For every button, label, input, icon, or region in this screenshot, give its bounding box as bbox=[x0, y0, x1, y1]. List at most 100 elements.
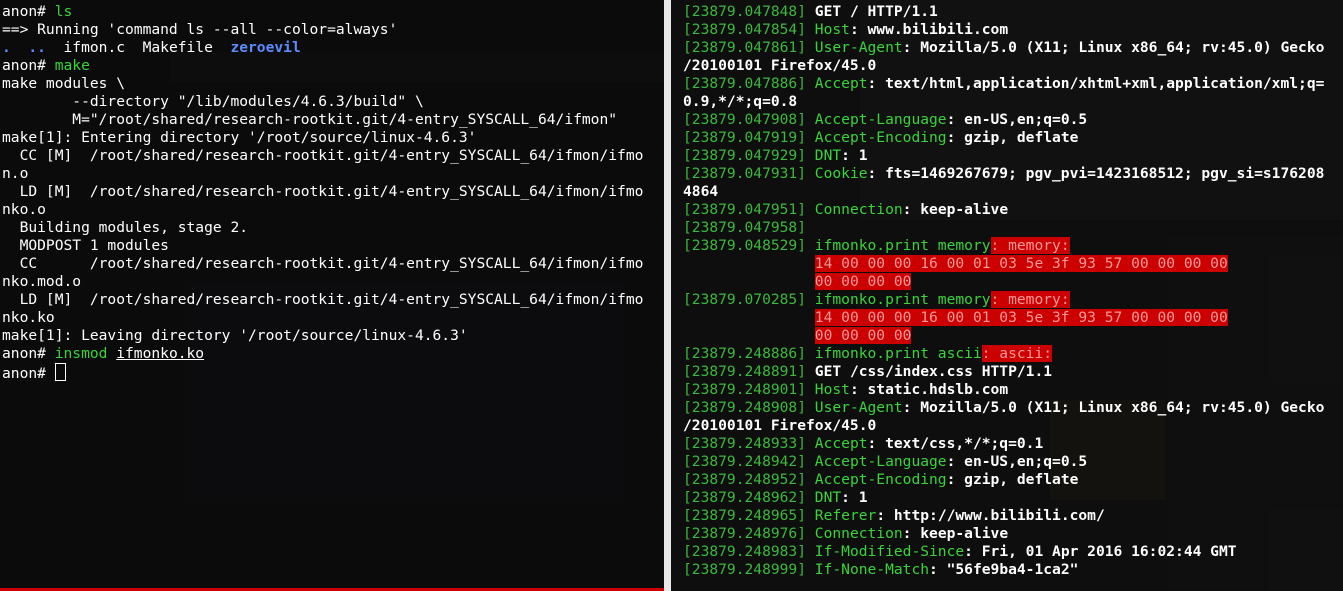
terminal-text: 0.9,*/*;q=0.8 bbox=[683, 93, 798, 110]
terminal-line: . .. ifmon.c Makefile zeroevil bbox=[2, 39, 664, 57]
left-terminal-output: anon# ls ==> Running 'command ls --all --… bbox=[0, 0, 664, 382]
terminal-line: anon# make bbox=[2, 57, 664, 75]
terminal-text: : 1 bbox=[841, 489, 868, 506]
terminal-text: make modules \ bbox=[2, 75, 126, 92]
terminal-line: 00 00 00 00 bbox=[683, 327, 1343, 345]
terminal-line: [23879.248891] GET /css/index.css HTTP/1… bbox=[683, 363, 1343, 381]
terminal-text: LD [M] /root/shared/research-rootkit.git… bbox=[2, 291, 644, 308]
terminal-text: [23879.048529] bbox=[683, 237, 815, 254]
terminal-text: [23879.248908] bbox=[683, 399, 815, 416]
terminal-text: If-Modified-Since bbox=[814, 543, 965, 560]
terminal-text: 14 00 00 00 16 00 01 03 5e 3f 93 57 00 0… bbox=[814, 309, 1228, 326]
terminal-text: CC [M] /root/shared/research-rootkit.git… bbox=[2, 147, 644, 164]
terminal-line: [23879.047886] Accept: text/html,applica… bbox=[683, 75, 1343, 93]
terminal-text: [23879.248886] bbox=[683, 345, 815, 362]
terminal-text: anon# bbox=[2, 3, 55, 20]
terminal-line: --directory "/lib/modules/4.6.3/build" \ bbox=[2, 93, 664, 111]
terminal-text: DNT bbox=[814, 489, 842, 506]
terminal-text: : gzip, deflate bbox=[946, 129, 1079, 146]
right-terminal-pane[interactable]: [23879.047848] GET / HTTP/1.1 [23879.0478… bbox=[671, 0, 1343, 591]
terminal-text: : keep-alive bbox=[902, 201, 1009, 218]
terminal-line: anon# bbox=[2, 363, 664, 382]
terminal-text: n.o bbox=[2, 165, 29, 182]
terminal-text: [23879.248942] bbox=[683, 453, 815, 470]
terminal-line: MODPOST 1 modules bbox=[2, 237, 664, 255]
terminal-text: anon# bbox=[2, 365, 55, 382]
terminal-line: [23879.248983] If-Modified-Since: Fri, 0… bbox=[683, 543, 1343, 561]
terminal-text: --directory "/lib/modules/4.6.3/build" \ bbox=[2, 93, 424, 110]
terminal-text: make[1]: Entering directory '/root/sourc… bbox=[2, 129, 477, 146]
terminal-line: 0.9,*/*;q=0.8 bbox=[683, 93, 1343, 111]
terminal-text: Accept bbox=[814, 435, 868, 452]
terminal-text: User-Agent bbox=[814, 39, 903, 56]
terminal-text: Accept-Encoding bbox=[814, 129, 947, 146]
terminal-text: [23879.070285] bbox=[683, 291, 815, 308]
terminal-text: Accept bbox=[814, 75, 868, 92]
terminal-text: [23879.047919] bbox=[683, 129, 815, 146]
terminal-text: Connection bbox=[814, 201, 903, 218]
terminal-line: [23879.248908] User-Agent: Mozilla/5.0 (… bbox=[683, 399, 1343, 417]
terminal-line: nko.ko bbox=[2, 309, 664, 327]
terminal-text: Accept-Language bbox=[814, 111, 947, 128]
terminal-line: [23879.248999] If-None-Match: "56fe9ba4-… bbox=[683, 561, 1343, 579]
terminal-text: : static.hdslb.com bbox=[849, 381, 1009, 398]
terminal-text: /20100101 Firefox/45.0 bbox=[683, 57, 877, 74]
terminal-text: 14 00 00 00 16 00 01 03 5e 3f 93 57 00 0… bbox=[814, 255, 1228, 272]
terminal-text: nko.ko bbox=[2, 309, 55, 326]
terminal-text: 00 00 00 00 bbox=[814, 273, 912, 290]
terminal-text: : text/html,application/xhtml+xml,applic… bbox=[867, 75, 1325, 92]
pane-divider[interactable] bbox=[664, 0, 671, 591]
terminal-text: [23879.047908] bbox=[683, 111, 815, 128]
terminal-text: [23879.248962] bbox=[683, 489, 815, 506]
terminal-line: LD [M] /root/shared/research-rootkit.git… bbox=[2, 183, 664, 201]
terminal-line: CC /root/shared/research-rootkit.git/4-e… bbox=[2, 255, 664, 273]
terminal-text: Host bbox=[814, 381, 850, 398]
terminal-cursor bbox=[54, 363, 66, 381]
terminal-text: [23879.248965] bbox=[683, 507, 815, 524]
terminal-line: LD [M] /root/shared/research-rootkit.git… bbox=[2, 291, 664, 309]
terminal-line: [23879.248962] DNT: 1 bbox=[683, 489, 1343, 507]
terminal-line: nko.mod.o bbox=[2, 273, 664, 291]
terminal-line: 00 00 00 00 bbox=[683, 273, 1343, 291]
terminal-text: CC /root/shared/research-rootkit.git/4-e… bbox=[2, 255, 644, 272]
terminal-text: [23879.248976] bbox=[683, 525, 815, 542]
terminal-text: [23879.248999] bbox=[683, 561, 815, 578]
terminal-text: : Mozilla/5.0 (X11; Linux x86_64; rv:45.… bbox=[902, 39, 1325, 56]
terminal-text: 00 00 00 00 bbox=[814, 327, 912, 344]
terminal-text: [23879.047886] bbox=[683, 75, 815, 92]
terminal-line: make[1]: Entering directory '/root/sourc… bbox=[2, 129, 664, 147]
terminal-text: [23879.248901] bbox=[683, 381, 815, 398]
terminal-text: [23879.047958] bbox=[683, 219, 807, 236]
terminal-text: anon# bbox=[2, 57, 55, 74]
terminal-text: 4864 bbox=[683, 183, 719, 200]
terminal-line: CC [M] /root/shared/research-rootkit.git… bbox=[2, 147, 664, 165]
terminal-text: : text/css,*/*;q=0.1 bbox=[867, 435, 1044, 452]
left-terminal-pane[interactable]: anon# ls ==> Running 'command ls --all --… bbox=[0, 0, 664, 591]
terminal-text: nko.mod.o bbox=[2, 273, 82, 290]
terminal-line: Building modules, stage 2. bbox=[2, 219, 664, 237]
terminal-text: ifmon.c Makefile bbox=[63, 39, 231, 56]
terminal-text: GET / HTTP/1.1 bbox=[814, 3, 938, 20]
terminal-line: [23879.070285] ifmonko.print memory: mem… bbox=[683, 291, 1343, 309]
right-terminal-output: [23879.047848] GET / HTTP/1.1 [23879.0478… bbox=[671, 0, 1343, 579]
terminal-line: /20100101 Firefox/45.0 bbox=[683, 57, 1343, 75]
terminal-text: nko.o bbox=[2, 201, 46, 218]
terminal-line: anon# insmod ifmonko.ko bbox=[2, 345, 664, 363]
terminal-line: 14 00 00 00 16 00 01 03 5e 3f 93 57 00 0… bbox=[683, 309, 1343, 327]
terminal-text: : http://www.bilibili.com/ bbox=[876, 507, 1105, 524]
terminal-line: [23879.248933] Accept: text/css,*/*;q=0.… bbox=[683, 435, 1343, 453]
terminal-line: [23879.248965] Referer: http://www.bilib… bbox=[683, 507, 1343, 525]
terminal-text: [23879.047951] bbox=[683, 201, 815, 218]
terminal-text: : Mozilla/5.0 (X11; Linux x86_64; rv:45.… bbox=[902, 399, 1325, 416]
terminal-text: Cookie bbox=[814, 165, 868, 182]
terminal-line: [23879.047919] Accept-Encoding: gzip, de… bbox=[683, 129, 1343, 147]
terminal-text: ls bbox=[54, 3, 73, 20]
terminal-text: M="/root/shared/research-rootkit.git/4-e… bbox=[2, 111, 618, 128]
terminal-text: If-None-Match bbox=[814, 561, 930, 578]
terminal-text: : 1 bbox=[841, 147, 868, 164]
terminal-text: [23879.248891] bbox=[683, 363, 815, 380]
